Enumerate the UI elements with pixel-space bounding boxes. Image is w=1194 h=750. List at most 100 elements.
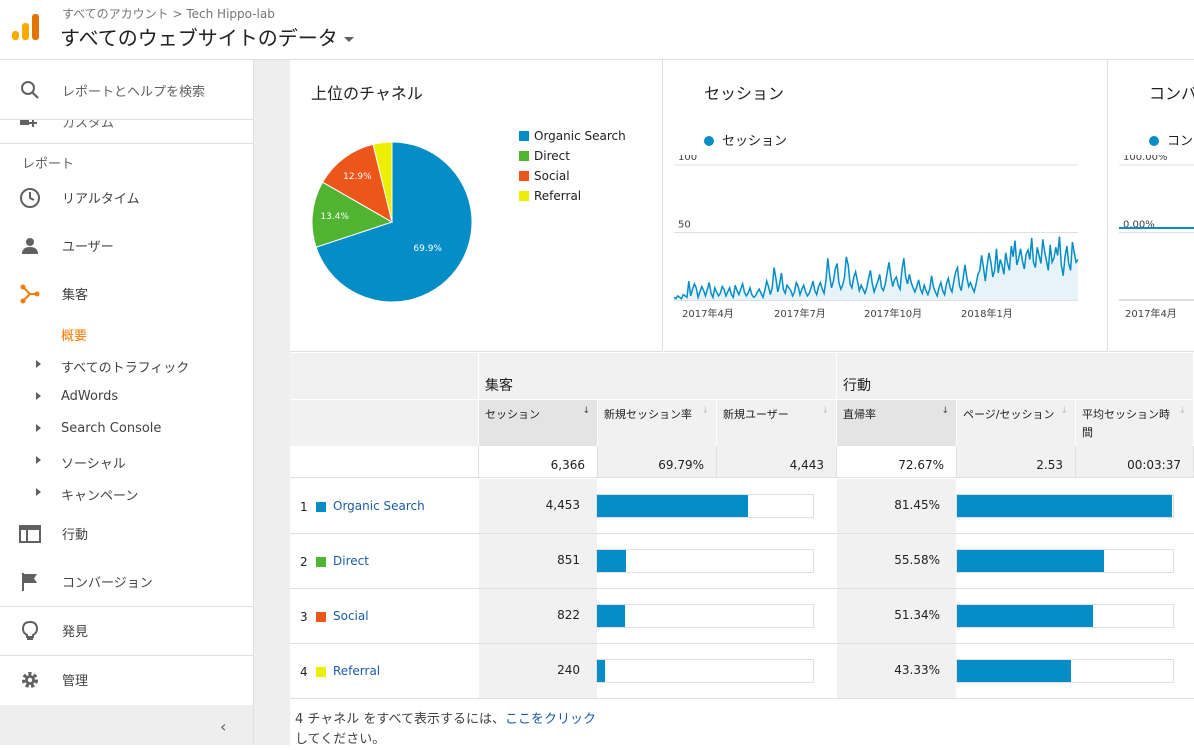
sessions-bar: [597, 660, 605, 682]
column-header-sessions[interactable]: セッション ↓: [479, 399, 598, 446]
bounce-value: 81.45%: [894, 498, 940, 512]
column-header-bounce-rate[interactable]: 直帰率 ↓: [837, 399, 957, 446]
total-value: 69.79%: [658, 458, 704, 472]
panel-title: 上位のチャネル: [311, 84, 423, 103]
analytics-logo-icon[interactable]: [12, 14, 40, 42]
report-search[interactable]: レポートとヘルプを検索: [0, 60, 253, 120]
clock-icon: [20, 188, 40, 208]
group-label: 集客: [485, 378, 513, 394]
channel-link[interactable]: Direct: [333, 554, 369, 568]
search-label: レポートとヘルプを検索: [62, 85, 206, 100]
total-avg-duration: 00:03:37: [1076, 446, 1194, 478]
main-content: 上位のチャネル 69.9% 13.4% 12.9% Organic Search D…: [254, 60, 1194, 747]
column-header-new-session-rate[interactable]: 新規セッション率 ↓: [598, 399, 717, 446]
row-rank: 2: [300, 555, 308, 569]
show-all-note: 4 チャネル をすべて表示するには、ここをクリック してください。: [295, 710, 615, 750]
legend-label: Organic Search: [534, 129, 626, 143]
bounce-bar: [957, 605, 1093, 627]
total-value: 00:03:37: [1127, 458, 1181, 472]
channel-link[interactable]: Organic Search: [333, 499, 425, 513]
table-header-blank: [290, 353, 479, 399]
sidebar-collapse-button[interactable]: ‹: [0, 705, 253, 745]
sessions-value: 851: [557, 553, 580, 567]
column-label: 平均セッション時間: [1082, 408, 1170, 439]
column-header-pages-per-session[interactable]: ページ/セッション ↓: [957, 399, 1076, 446]
legend-swatch: [519, 131, 529, 141]
total-value: 2.53: [1036, 458, 1063, 472]
sidebar-sub-social[interactable]: ソーシャル: [0, 446, 253, 478]
bounce-bar-track: [956, 494, 1174, 518]
channel-color-swatch: [316, 667, 326, 677]
total-pages-per-session: 2.53: [957, 446, 1076, 478]
sessions-panel: セッション セッション 100 50 2017年4月 2017年7月 2017年10月 2…: [664, 60, 1108, 352]
column-header-new-users[interactable]: 新規ユーザー ↓: [717, 399, 837, 446]
bounce-cell: 55.58%: [837, 534, 956, 588]
sidebar-item-users[interactable]: ユーザー: [0, 222, 253, 270]
legend-item[interactable]: Referral: [519, 189, 581, 203]
sidebar-sub-adwords[interactable]: AdWords: [0, 382, 253, 414]
sidebar-item-label: 集客: [62, 288, 89, 303]
sessions-value: 4,453: [545, 498, 580, 512]
sidebar-item-label: カスタム: [62, 120, 115, 131]
bounce-bar-track: [956, 659, 1174, 683]
account-breadcrumb[interactable]: すべてのアカウント > Tech Hippo-lab: [62, 5, 275, 22]
total-value: 4,443: [789, 458, 824, 472]
sidebar-item-label: 管理: [62, 674, 89, 689]
group-label: 行動: [843, 378, 871, 394]
gear-icon: [22, 672, 38, 688]
sidebar-item-discover[interactable]: 発見: [0, 607, 253, 655]
sessions-cell: 851: [479, 534, 597, 588]
chevron-left-icon: ‹: [220, 717, 227, 736]
sessions-bar-track: [596, 549, 814, 573]
person-icon: [22, 238, 38, 254]
sidebar-item-behavior[interactable]: 行動: [0, 510, 253, 558]
sort-arrow-icon: ↓: [582, 406, 590, 416]
sidebar-item-label: ユーザー: [62, 240, 114, 255]
sessions-bar-track: [596, 494, 814, 518]
channel-link[interactable]: Social: [333, 609, 369, 623]
series-label: コン: [1167, 134, 1194, 149]
property-selector[interactable]: すべてのウェブサイトのデータ: [60, 22, 354, 51]
bounce-cell: 81.45%: [837, 479, 956, 533]
search-icon: [21, 81, 39, 99]
bounce-bar: [957, 660, 1071, 682]
sort-arrow-icon: ↓: [1178, 406, 1186, 416]
sort-arrow-icon: ↓: [941, 406, 949, 416]
sidebar-sub-label: すべてのトラフィック: [61, 361, 190, 376]
series-dot: [1149, 136, 1159, 146]
series-legend[interactable]: セッション: [704, 130, 787, 149]
legend-item[interactable]: Direct: [519, 149, 570, 163]
legend-swatch: [519, 191, 529, 201]
sidebar-sub-all-traffic[interactable]: すべてのトラフィック: [0, 350, 253, 382]
legend-label: Social: [534, 169, 570, 183]
bounce-bar-track: [956, 604, 1174, 628]
column-header-avg-duration[interactable]: 平均セッション時間 ↓: [1076, 399, 1194, 446]
series-legend[interactable]: コン: [1149, 130, 1193, 149]
pie-slice-label: 13.4%: [320, 212, 349, 222]
sidebar-item-conversions[interactable]: コンバージョン: [0, 558, 253, 606]
show-all-link[interactable]: ここをクリック: [505, 712, 596, 727]
expand-arrow-icon: [36, 424, 41, 432]
channel-link[interactable]: Referral: [333, 664, 380, 678]
sidebar-sub-label: AdWords: [61, 389, 119, 404]
report-card: 上位のチャネル 69.9% 13.4% 12.9% Organic Search D…: [290, 60, 1194, 747]
table-group-acquisition: 集客: [479, 353, 837, 399]
sidebar-item-acquisition[interactable]: 集客: [0, 270, 253, 318]
sidebar-item-admin[interactable]: 管理: [0, 656, 253, 704]
sidebar-sub-search-console[interactable]: Search Console: [0, 414, 253, 446]
channel-color-swatch: [316, 612, 326, 622]
series-label: セッション: [722, 134, 788, 149]
sessions-value: 240: [557, 663, 580, 677]
sidebar-sub-campaigns[interactable]: キャンペーン: [0, 478, 253, 510]
legend-item[interactable]: Organic Search: [519, 129, 626, 143]
sidebar-sub-overview[interactable]: 概要: [61, 325, 87, 344]
table-row: 4 Referral 240 43.33%: [290, 644, 1194, 699]
table-row: 2 Direct 851 55.58%: [290, 534, 1194, 589]
bounce-value: 55.58%: [894, 553, 940, 567]
legend-label: Referral: [534, 189, 582, 203]
legend-item[interactable]: Social: [519, 169, 570, 183]
sidebar-item-realtime[interactable]: リアルタイム: [0, 174, 253, 222]
bounce-bar: [957, 495, 1172, 517]
sidebar-item-custom[interactable]: カスタム: [0, 120, 253, 144]
sessions-cell: 4,453: [479, 479, 597, 533]
